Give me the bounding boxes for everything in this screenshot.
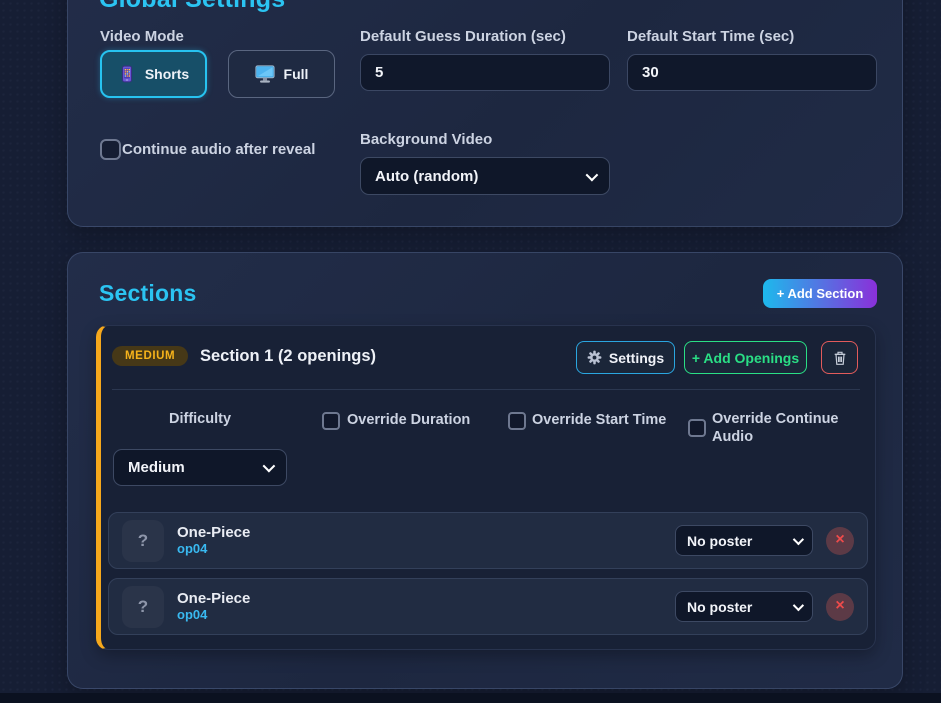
start-time-label: Default Start Time (sec) [627,28,794,45]
opening-code: op04 [177,607,250,623]
poster-select[interactable]: No poster [675,591,813,622]
opening-row: ? One-Piece op04 No poster × [108,512,868,569]
guess-duration-label: Default Guess Duration (sec) [360,28,566,45]
chevron-down-icon [586,168,599,181]
video-mode-shorts-button[interactable]: Shorts [100,50,207,98]
phone-icon [118,65,136,83]
background-video-select[interactable]: Auto (random) [360,157,610,195]
section-title: Section 1 (2 openings) [200,347,376,366]
opening-thumbnail-placeholder: ? [122,586,164,628]
override-start-time-label: Override Start Time [532,412,666,428]
add-section-button[interactable]: + Add Section [763,279,877,308]
background-video-value: Auto (random) [375,168,478,185]
override-duration-label: Override Duration [347,412,470,428]
opening-title: One-Piece [177,524,250,541]
override-continue-audio-checkbox[interactable] [688,419,706,437]
override-start-time-checkbox[interactable] [508,412,526,430]
monitor-icon [255,65,275,84]
difficulty-label: Difficulty [113,411,287,427]
difficulty-badge: MEDIUM [112,346,188,366]
page-bottom-strip [0,693,941,703]
gear-icon [587,350,602,365]
guess-duration-input[interactable] [360,54,610,91]
continue-audio-checkbox[interactable] [100,139,121,160]
poster-value: No poster [687,599,752,615]
difficulty-select[interactable]: Medium [113,449,287,486]
add-openings-button[interactable]: + Add Openings [684,341,807,374]
continue-audio-label: Continue audio after reveal [122,141,315,158]
video-mode-label: Video Mode [100,28,184,45]
close-icon: × [835,532,844,548]
override-duration-checkbox[interactable] [322,412,340,430]
question-mark: ? [138,597,148,617]
video-mode-full-label: Full [284,66,309,82]
chevron-down-icon [793,599,804,610]
add-openings-label: + Add Openings [692,350,799,366]
difficulty-value: Medium [128,459,185,476]
video-mode-full-button[interactable]: Full [228,50,335,98]
section-header-divider [112,389,860,390]
global-settings-title: Global Settings [99,0,285,14]
chevron-down-icon [263,460,276,473]
sections-title: Sections [99,280,196,307]
background-video-label: Background Video [360,131,492,148]
start-time-input[interactable] [627,54,877,91]
video-mode-shorts-label: Shorts [145,66,189,82]
remove-opening-button[interactable]: × [826,593,854,621]
page: Global Settings Video Mode Shorts Full D… [0,0,941,703]
delete-section-button[interactable] [821,341,858,374]
opening-code: op04 [177,541,250,557]
opening-row: ? One-Piece op04 No poster × [108,578,868,635]
trash-icon [832,350,848,366]
poster-select[interactable]: No poster [675,525,813,556]
chevron-down-icon [793,533,804,544]
section-settings-label: Settings [609,350,664,366]
remove-opening-button[interactable]: × [826,527,854,555]
override-continue-audio-label: Override Continue Audio [712,410,840,446]
section-settings-button[interactable]: Settings [576,341,675,374]
opening-title: One-Piece [177,590,250,607]
opening-info: One-Piece op04 [177,590,250,623]
close-icon: × [835,598,844,614]
opening-thumbnail-placeholder: ? [122,520,164,562]
question-mark: ? [138,531,148,551]
poster-value: No poster [687,533,752,549]
opening-info: One-Piece op04 [177,524,250,557]
